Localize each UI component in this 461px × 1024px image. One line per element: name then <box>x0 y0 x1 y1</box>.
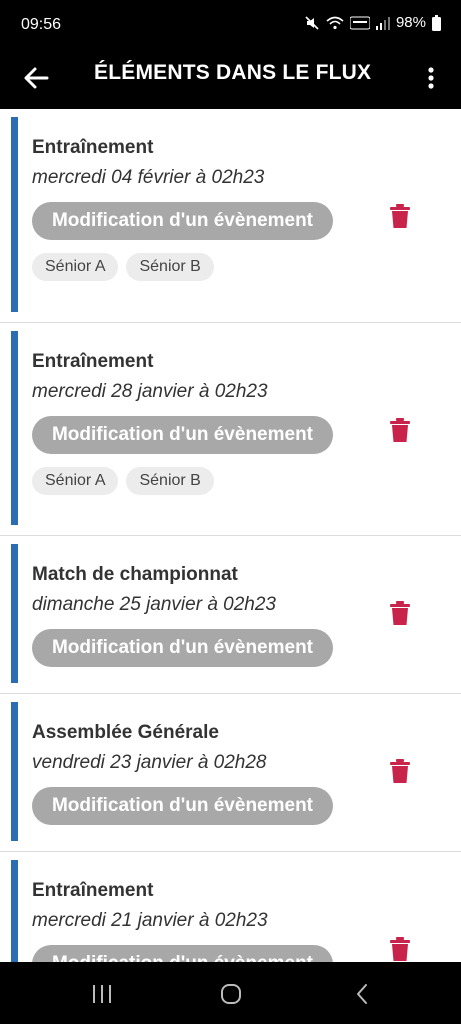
battery-percent: 98% <box>395 14 426 31</box>
event-badge: Modification d'un évènement <box>32 416 333 454</box>
app-bar: ÉLÉMENTS DANS LE FLUX <box>0 50 461 108</box>
home-icon <box>221 984 241 1004</box>
delete-button[interactable] <box>385 201 415 231</box>
arrow-left-icon <box>24 67 49 89</box>
feed-item[interactable]: Entraînement mercredi 28 janvier à 02h23… <box>0 323 461 536</box>
back-nav-button[interactable] <box>349 981 375 1007</box>
feed-item[interactable]: Entraînement mercredi 21 janvier à 02h23… <box>0 852 461 962</box>
delete-button[interactable] <box>385 415 415 445</box>
feed-item[interactable]: Match de championnat dimanche 25 janvier… <box>0 536 461 694</box>
item-title: Entraînement <box>32 137 154 158</box>
tag: Sénior B <box>126 467 214 495</box>
feed-list[interactable]: Entraînement mercredi 04 février à 02h23… <box>0 109 461 962</box>
item-title: Match de championnat <box>32 564 238 585</box>
trash-icon <box>390 759 410 783</box>
accent-bar <box>11 544 18 683</box>
tag: Sénior B <box>126 253 214 281</box>
mute-icon <box>305 15 319 30</box>
status-time: 09:56 <box>21 16 62 33</box>
accent-bar <box>11 331 18 525</box>
recent-apps-icon <box>93 985 111 1003</box>
tag: Sénior A <box>32 467 119 495</box>
delete-button[interactable] <box>385 756 415 786</box>
event-badge: Modification d'un évènement <box>32 945 333 962</box>
tag: Sénior A <box>32 253 119 281</box>
accent-bar <box>11 117 18 312</box>
page-title: ÉLÉMENTS DANS LE FLUX <box>94 61 372 84</box>
item-title: Entraînement <box>32 880 154 901</box>
trash-icon <box>390 204 410 228</box>
delete-button[interactable] <box>385 598 415 628</box>
accent-bar <box>11 860 18 962</box>
event-badge: Modification d'un évènement <box>32 629 333 667</box>
item-date: dimanche 25 janvier à 02h23 <box>32 594 277 615</box>
overflow-menu-button[interactable] <box>421 62 441 94</box>
tag-list: Sénior A Sénior B <box>32 253 214 281</box>
wifi-icon <box>326 16 344 29</box>
item-title: Entraînement <box>32 351 154 372</box>
chevron-left-icon <box>357 984 367 1004</box>
trash-icon <box>390 937 410 961</box>
trash-icon <box>390 601 410 625</box>
feed-item[interactable]: Assemblée Générale vendredi 23 janvier à… <box>0 694 461 852</box>
battery-icon <box>432 14 441 31</box>
item-date: mercredi 21 janvier à 02h23 <box>32 910 268 931</box>
system-nav-bar <box>0 962 461 1024</box>
trash-icon <box>390 418 410 442</box>
event-badge: Modification d'un évènement <box>32 202 333 240</box>
event-badge: Modification d'un évènement <box>32 787 333 825</box>
home-button[interactable] <box>218 981 244 1007</box>
recent-apps-button[interactable] <box>89 981 115 1007</box>
delete-button[interactable] <box>385 934 415 962</box>
feed-item[interactable]: Entraînement mercredi 04 février à 02h23… <box>0 109 461 323</box>
back-button[interactable] <box>20 62 52 94</box>
tag-list: Sénior A Sénior B <box>32 467 214 495</box>
more-vert-icon <box>428 67 434 89</box>
signal-icon <box>375 16 390 30</box>
volte-icon <box>349 16 370 29</box>
item-date: vendredi 23 janvier à 02h28 <box>32 752 267 773</box>
accent-bar <box>11 702 18 841</box>
status-icons: 98% <box>304 14 441 31</box>
item-date: mercredi 28 janvier à 02h23 <box>32 381 268 402</box>
item-title: Assemblée Générale <box>32 722 219 743</box>
item-date: mercredi 04 février à 02h23 <box>32 167 265 188</box>
status-bar: 09:56 98% <box>0 0 461 50</box>
